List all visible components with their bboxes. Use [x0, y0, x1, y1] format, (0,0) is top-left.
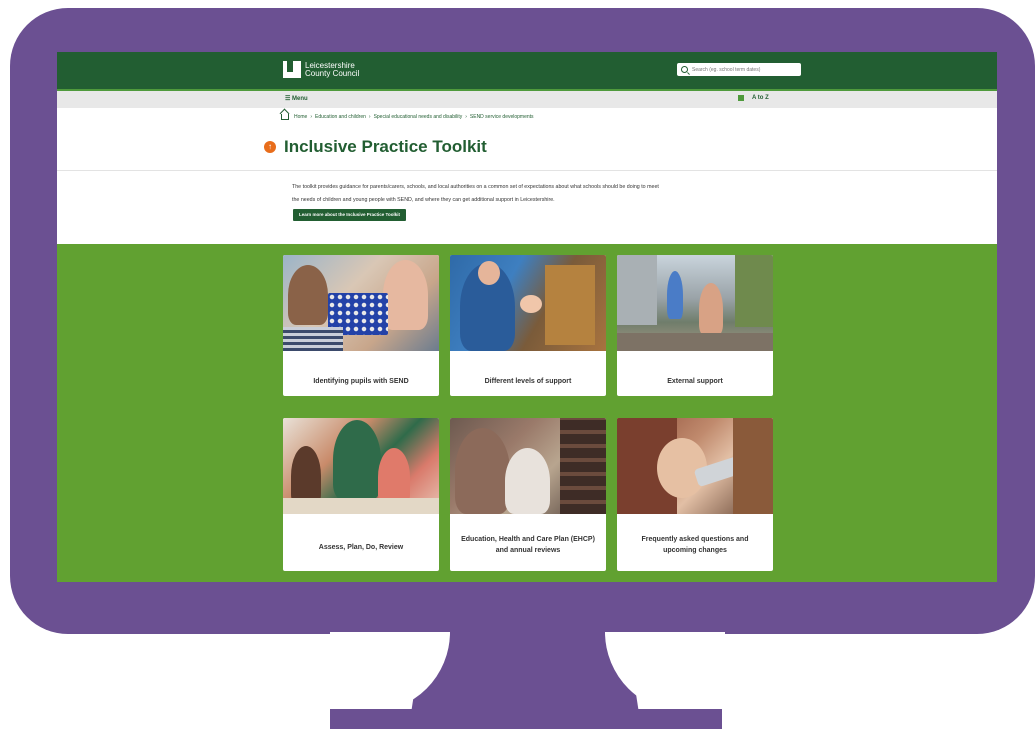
card-image: [450, 418, 606, 514]
menu-button[interactable]: ☰ Menu: [285, 95, 308, 102]
divider: [57, 170, 997, 171]
search-icon[interactable]: [681, 66, 688, 73]
search-box[interactable]: [677, 63, 801, 76]
breadcrumb-send[interactable]: Special educational needs and disability: [374, 114, 463, 120]
screen: Leicestershire County Council ☰ Menu A t…: [57, 52, 997, 582]
card-label: Assess, Plan, Do, Review: [318, 544, 404, 551]
card-image: [283, 418, 439, 514]
card-assess-plan-do-review[interactable]: Assess, Plan, Do, Review: [283, 418, 439, 571]
card-external-support[interactable]: External support: [617, 255, 773, 396]
card-label-line-1: Education, Health and Care Plan (EHCP): [461, 536, 595, 543]
card-image: [617, 255, 773, 351]
search-input[interactable]: [692, 66, 792, 73]
home-icon[interactable]: [281, 114, 289, 120]
intro-text: The toolkit provides guidance for parent…: [292, 184, 659, 190]
breadcrumb-home[interactable]: Home: [294, 114, 307, 120]
card-identifying-pupils[interactable]: Identifying pupils with SEND: [283, 255, 439, 396]
card-label: Different levels of support: [484, 378, 572, 385]
card-image: [283, 255, 439, 351]
atoz-link[interactable]: A to Z: [738, 95, 769, 101]
card-image: [617, 418, 773, 514]
page-title: Inclusive Practice Toolkit: [284, 137, 487, 156]
breadcrumb: Home › Education and children › Special …: [281, 114, 534, 120]
learn-more-button[interactable]: Learn more about the Inclusive Practice …: [293, 209, 406, 221]
intro-text-2: the needs of children and young people w…: [292, 197, 555, 203]
card-label-line-2: and annual reviews: [495, 547, 561, 554]
card-faq-upcoming-changes[interactable]: Frequently asked questions and upcoming …: [617, 418, 773, 571]
card-label-line-1: Frequently asked questions and: [641, 536, 749, 543]
toolkit-badge-icon: ↑: [264, 141, 276, 153]
breadcrumb-send-developments[interactable]: SEND service developments: [470, 114, 534, 120]
card-levels-of-support[interactable]: Different levels of support: [450, 255, 606, 396]
card-label-line-2: upcoming changes: [663, 547, 727, 554]
atoz-label: A to Z: [752, 95, 769, 101]
council-logo-icon: [283, 61, 301, 78]
card-ehcp-annual-reviews[interactable]: Education, Health and Care Plan (EHCP) a…: [450, 418, 606, 571]
card-grid: Identifying pupils with SEND Different l…: [57, 244, 997, 582]
breadcrumb-education[interactable]: Education and children: [315, 114, 366, 120]
card-label: Identifying pupils with SEND: [313, 378, 409, 385]
logo-line-2: County Council: [305, 68, 360, 78]
menu-bar: ☰ Menu A to Z: [57, 89, 997, 108]
site-logo[interactable]: Leicestershire County Council: [283, 61, 359, 78]
card-label: External support: [667, 378, 723, 385]
book-icon: [738, 95, 744, 101]
site-header: Leicestershire County Council: [57, 52, 997, 89]
title-row: ↑ Inclusive Practice Toolkit: [264, 137, 487, 157]
monitor-base: [330, 709, 722, 729]
card-image: [450, 255, 606, 351]
